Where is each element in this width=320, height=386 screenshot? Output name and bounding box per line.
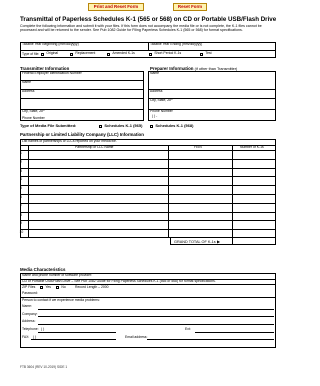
transmitter-city-label: City, State, ZIP bbox=[22, 109, 45, 113]
media-heading: Media Characteristics bbox=[20, 267, 66, 272]
file-type-amended[interactable]: Amended K-1s bbox=[107, 51, 135, 56]
print-and-reset-button[interactable]: Print and Reset Form bbox=[88, 3, 144, 11]
transmitter-fein-label: Federal Employer Identification Number bbox=[22, 71, 82, 75]
checkbox[interactable] bbox=[107, 52, 111, 56]
zip-files-label: ZIP Files bbox=[22, 285, 36, 289]
checkbox[interactable] bbox=[70, 52, 74, 56]
reset-form-button[interactable]: Reset Form bbox=[173, 3, 207, 11]
checkbox[interactable] bbox=[99, 124, 103, 128]
llc-table bbox=[20, 139, 276, 238]
contact-label: Person to contact if we experience media… bbox=[22, 297, 100, 302]
file-type-short-period[interactable]: Short Period K-1s bbox=[149, 51, 181, 56]
zip-no[interactable]: No bbox=[56, 285, 66, 290]
transmitter-name-label: Name bbox=[22, 80, 32, 84]
preparer-city-label: City, State, ZIP bbox=[150, 98, 173, 102]
media-type-568[interactable]: Schedules K-1 (568) bbox=[150, 123, 193, 129]
media-type-565[interactable]: Schedules K-1 (565) bbox=[99, 123, 142, 129]
table-row: 10 bbox=[19, 230, 24, 235]
checkbox[interactable] bbox=[41, 52, 45, 56]
file-type-test[interactable]: Test bbox=[200, 51, 212, 56]
contact-company-label: Company: bbox=[22, 311, 38, 316]
media-spec-text: CD or Portable USB/Flash Drive – See Pub… bbox=[22, 278, 216, 283]
contact-fax-label: FAX: bbox=[22, 334, 30, 339]
record-length: Record Length – 2000 bbox=[75, 285, 109, 289]
form-code-footer: FTB 3604 (REV 10-2019) SIDE 1 bbox=[20, 365, 68, 369]
table-row: 3 bbox=[20, 168, 22, 173]
form-intro: Complete the following information and s… bbox=[20, 24, 262, 33]
password-label: Password: bbox=[22, 290, 38, 295]
zip-yes[interactable]: Yes bbox=[40, 285, 51, 290]
table-row: 4 bbox=[20, 177, 22, 182]
checkbox[interactable] bbox=[150, 124, 154, 128]
file-type-label: Type of file: bbox=[22, 51, 40, 56]
checkbox[interactable] bbox=[40, 286, 44, 290]
tax-year-begin-label: Taxable Year Beginning (mm/dd/yyyy) bbox=[22, 42, 79, 46]
tax-year-end-label: Taxable Year Ending (mm/dd/yyyy) bbox=[150, 42, 203, 46]
contact-telephone-label: Telephone: bbox=[22, 327, 39, 331]
table-row: 1 bbox=[20, 151, 22, 155]
preparer-address-label: Address bbox=[150, 89, 163, 93]
transmitter-address-label: Address bbox=[22, 89, 35, 93]
preparer-phone-mask: ( ) - bbox=[152, 114, 158, 118]
grand-total-label: GRAND TOTAL OF K-1s bbox=[174, 239, 216, 244]
software-provider-label: Name and phone number of software provid… bbox=[22, 273, 93, 277]
transmitter-phone-label: Phone Number bbox=[22, 116, 45, 120]
table-row: 9 bbox=[20, 221, 22, 226]
llc-heading: Partnership or Limited Liability Company… bbox=[20, 132, 144, 137]
col-llc-name: Partnership or LLC Name bbox=[75, 144, 114, 149]
media-type-label: Type of Media File Submitted: bbox=[20, 123, 77, 128]
checkbox[interactable] bbox=[56, 286, 60, 290]
table-row: 5 bbox=[20, 186, 22, 191]
grand-total-arrow: ▶ bbox=[217, 239, 220, 244]
table-row: 8 bbox=[20, 212, 22, 217]
contact-name-label: Name: bbox=[22, 304, 32, 308]
contact-address-label: Address: bbox=[22, 319, 36, 323]
form-title: Transmittal of Paperless Schedules K-1 (… bbox=[20, 16, 277, 23]
table-row: 6 bbox=[20, 195, 22, 199]
preparer-name-label: Name bbox=[150, 71, 160, 75]
col-number-k1s: Number of K-1s bbox=[240, 144, 264, 149]
col-fein: FEIN bbox=[194, 144, 202, 149]
llc-list-label: List names of partnerships or LLCs repor… bbox=[22, 139, 117, 143]
contact-email-label: Email address: bbox=[125, 334, 148, 339]
contact-ext-label: Ext: bbox=[185, 327, 191, 331]
checkbox[interactable] bbox=[149, 52, 153, 56]
file-type-replacement[interactable]: Replacement bbox=[70, 51, 95, 56]
checkbox[interactable] bbox=[200, 52, 204, 56]
table-row: 7 bbox=[20, 203, 22, 208]
file-type-original[interactable]: Original bbox=[41, 51, 58, 56]
table-row: 2 bbox=[20, 159, 22, 164]
